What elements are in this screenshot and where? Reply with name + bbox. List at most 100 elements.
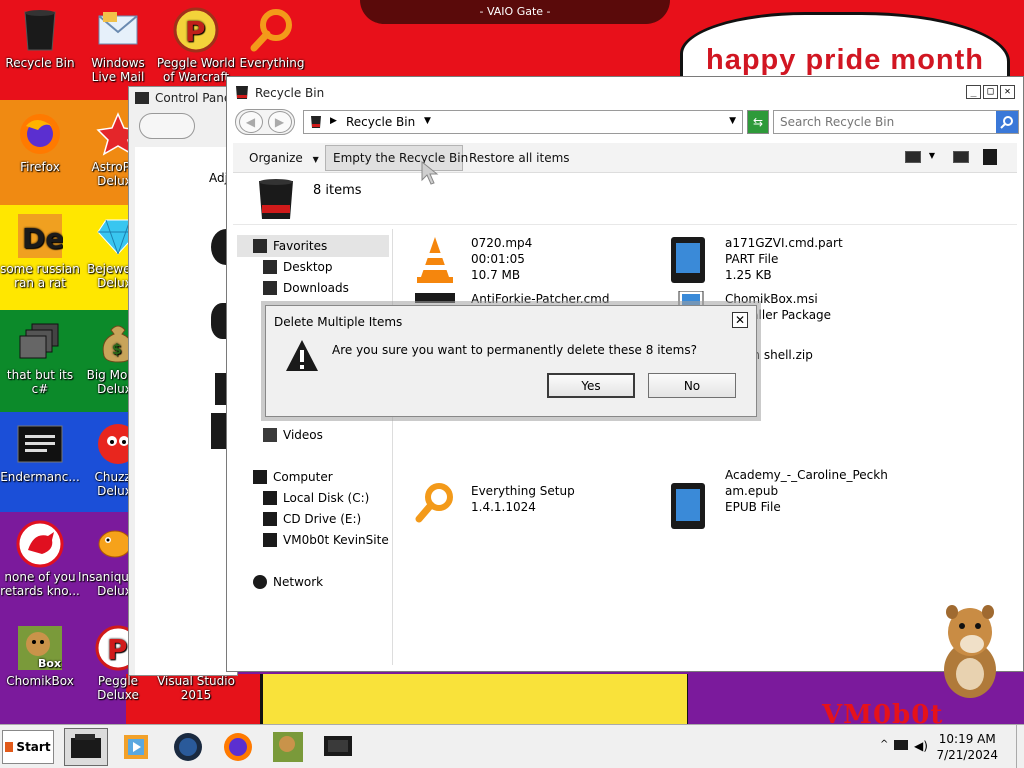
file-size: 1.25 KB bbox=[725, 268, 772, 282]
taskbar-app-firefox[interactable] bbox=[216, 728, 260, 766]
items-count: 8 items bbox=[313, 183, 362, 198]
videos-icon bbox=[263, 428, 277, 442]
window-title: Recycle Bin bbox=[255, 86, 325, 100]
network-icon bbox=[253, 575, 267, 589]
forward-button[interactable]: ▶ bbox=[267, 111, 292, 133]
maximize-button[interactable]: □ bbox=[983, 85, 998, 99]
recycle-bin-icon bbox=[311, 116, 321, 128]
nav-downloads[interactable]: Downloads bbox=[263, 281, 349, 295]
file-item[interactable]: a171GZVI.cmd.part PART File 1.25 KB bbox=[667, 235, 843, 285]
address-history-chevron-icon[interactable]: ▼ bbox=[729, 116, 736, 126]
minimize-button[interactable]: _ bbox=[966, 85, 981, 99]
tray-overflow-icon[interactable]: ^ bbox=[880, 739, 888, 750]
breadcrumb-arrow-icon[interactable]: ▶ bbox=[330, 116, 337, 126]
search-box[interactable] bbox=[773, 110, 1019, 134]
show-desktop-button[interactable] bbox=[1016, 725, 1024, 768]
media-player-icon bbox=[124, 735, 148, 759]
address-bar[interactable]: ▶ Recycle Bin ▼ ▼ bbox=[303, 110, 743, 134]
desktop-icon-chomikbox[interactable]: Box ChomikBox bbox=[0, 624, 80, 688]
svg-text:Box: Box bbox=[38, 657, 61, 670]
recycle-bin-titlebar[interactable]: Recycle Bin _ □ ✕ bbox=[227, 77, 1023, 109]
desktop-icon-recycle-bin[interactable]: Recycle Bin bbox=[0, 6, 80, 70]
windows-stack-icon bbox=[16, 318, 64, 366]
desktop-icon-none-of-you[interactable]: none of you retards kno... bbox=[0, 520, 80, 598]
svg-text:P: P bbox=[107, 633, 128, 666]
taskbar-app-chomikbox[interactable] bbox=[266, 728, 310, 766]
pride-banner-text: happy pride month bbox=[706, 44, 984, 76]
magnifier-icon bbox=[415, 483, 453, 523]
back-button[interactable]: ◀ bbox=[238, 111, 263, 133]
nav-computer[interactable]: Computer bbox=[253, 470, 333, 484]
refresh-icon: ⇆ bbox=[752, 115, 764, 129]
desktop-icon-windows-live-mail[interactable]: Windows Live Mail bbox=[78, 6, 158, 84]
nav-buttons: ◀ ▶ bbox=[235, 109, 295, 135]
network-icon[interactable] bbox=[894, 740, 908, 750]
address-text: Recycle Bin bbox=[346, 115, 416, 129]
nav-local-disk[interactable]: Local Disk (C:) bbox=[263, 491, 369, 505]
taskbar-app-recycle-bin[interactable] bbox=[64, 728, 108, 766]
desktop-icon bbox=[263, 260, 277, 274]
search-input[interactable] bbox=[774, 111, 992, 133]
control-panel-window[interactable]: Control Panel Adj bbox=[128, 86, 241, 676]
magnifier-icon bbox=[248, 6, 296, 54]
preview-pane-icon[interactable] bbox=[953, 151, 969, 163]
star-icon bbox=[253, 239, 267, 253]
downloads-icon bbox=[263, 281, 277, 295]
restore-all-button[interactable]: Restore all items bbox=[469, 151, 570, 165]
taskbar-app-media[interactable] bbox=[114, 728, 158, 766]
no-button[interactable]: No bbox=[648, 373, 736, 398]
control-panel-titlebar[interactable]: Control Panel bbox=[129, 87, 237, 109]
file-type: EPUB File bbox=[725, 500, 781, 514]
nav-network[interactable]: Network bbox=[253, 575, 323, 589]
close-button[interactable]: ✕ bbox=[1000, 85, 1015, 99]
explorer-icon bbox=[71, 734, 101, 758]
mail-icon bbox=[94, 6, 142, 54]
desktop-icon-firefox[interactable]: Firefox bbox=[0, 110, 80, 174]
file-duration: 00:01:05 bbox=[471, 252, 525, 266]
file-item[interactable]: 0720.mp4 00:01:05 10.7 MB bbox=[413, 235, 532, 285]
globe-icon bbox=[174, 733, 202, 761]
yes-button[interactable]: Yes bbox=[547, 373, 635, 398]
navigation-pane: Favorites Desktop Downloads Videos Compu… bbox=[233, 229, 393, 665]
volume-icon[interactable]: ◀) bbox=[914, 739, 928, 753]
recycle-bin-large-icon bbox=[259, 179, 293, 219]
dialog-close-button[interactable]: ✕ bbox=[732, 312, 748, 328]
nav-favorites[interactable]: Favorites bbox=[253, 239, 327, 253]
desktop-icon-endermanch[interactable]: Endermanc... bbox=[0, 420, 80, 484]
control-panel-nav-buttons[interactable] bbox=[139, 113, 195, 139]
control-panel-title: Control Panel bbox=[155, 91, 235, 105]
help-icon[interactable] bbox=[983, 149, 997, 165]
file-name: Everything Setup bbox=[471, 484, 575, 498]
file-item[interactable]: Academy_-_Caroline_Peckh am.epub EPUB Fi… bbox=[667, 468, 888, 533]
cd-drive-icon bbox=[263, 512, 277, 526]
nav-cd-drive[interactable]: CD Drive (E:) bbox=[263, 512, 361, 526]
delete-confirm-dialog[interactable]: Delete Multiple Items ✕ Are you sure you… bbox=[265, 305, 757, 417]
nav-desktop[interactable]: Desktop bbox=[263, 260, 333, 274]
desktop-icon-some-russian[interactable]: De some russian ran a rat bbox=[0, 212, 80, 290]
organize-button[interactable]: Organize ▼ bbox=[249, 151, 319, 165]
start-button[interactable]: Start bbox=[2, 730, 54, 764]
desktop-icon-that-but-its[interactable]: that but its c# bbox=[0, 318, 80, 396]
hamster-box-icon: Box bbox=[16, 624, 64, 672]
search-button[interactable] bbox=[996, 111, 1018, 133]
desktop-icon-peggle-world[interactable]: P Peggle World of Warcraft bbox=[156, 6, 236, 84]
desktop-icon-everything[interactable]: Everything bbox=[232, 6, 312, 70]
taskbar-app-globe[interactable] bbox=[166, 728, 210, 766]
epub-icon bbox=[671, 483, 705, 529]
nav-kevinsite[interactable]: VM0b0t KevinSite bbox=[263, 533, 389, 547]
refresh-button[interactable]: ⇆ bbox=[747, 110, 769, 134]
view-options-icon[interactable] bbox=[905, 151, 921, 163]
computer-icon bbox=[253, 470, 267, 484]
chevron-down-icon[interactable]: ▼ bbox=[929, 151, 935, 160]
file-item[interactable]: Everything Setup 1.4.1.1024 bbox=[413, 483, 575, 533]
chevron-down-icon[interactable]: ▼ bbox=[424, 116, 431, 126]
recycle-bin-icon bbox=[236, 86, 248, 99]
taskbar-app-control-panel[interactable] bbox=[316, 728, 360, 766]
file-name: Academy_-_Caroline_Peckh bbox=[725, 468, 888, 482]
clock[interactable]: 10:19 AM 7/21/2024 bbox=[936, 731, 998, 763]
terminal-icon bbox=[16, 420, 64, 468]
window-controls: _ □ ✕ bbox=[966, 85, 1015, 99]
nav-videos[interactable]: Videos bbox=[263, 428, 323, 442]
file-version: 1.4.1.1024 bbox=[471, 500, 536, 514]
mouse-cursor-icon bbox=[421, 160, 439, 185]
